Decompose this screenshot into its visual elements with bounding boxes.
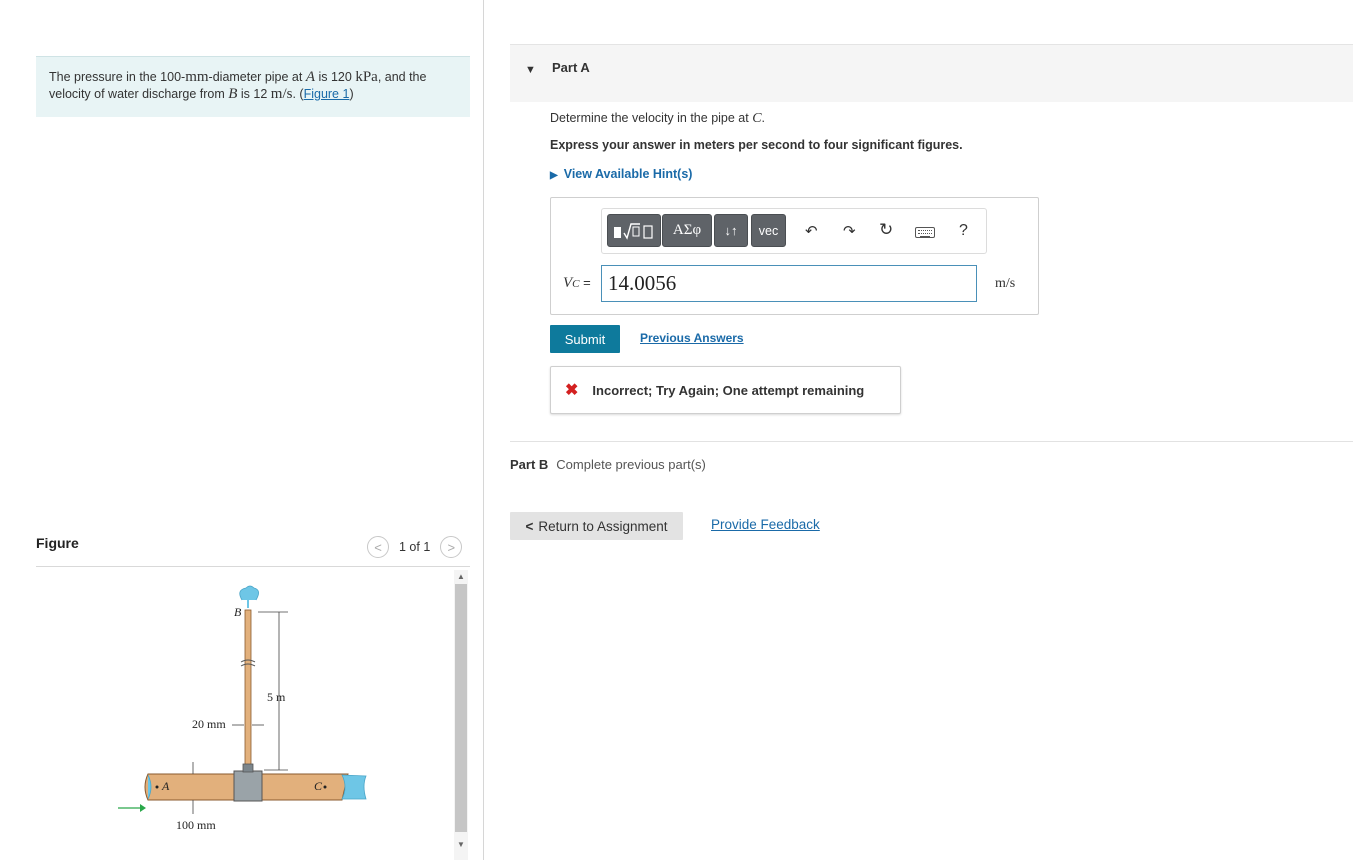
figure-label-height: 5 m: [267, 690, 286, 704]
figure-title: Figure: [36, 535, 79, 551]
figure-label-small-diameter: 20 mm: [192, 717, 226, 731]
scroll-down-icon[interactable]: ▼: [457, 840, 465, 849]
figure-label-c: C: [314, 779, 323, 793]
vector-button[interactable]: vec: [751, 214, 786, 247]
view-hints-link[interactable]: ▶ View Available Hint(s): [550, 167, 692, 181]
redo-icon[interactable]: ↷: [843, 222, 856, 240]
answer-input[interactable]: 14.0056: [601, 265, 977, 302]
figure-label-large-diameter: 100 mm: [176, 818, 216, 832]
subscript-button[interactable]: ↓↑: [714, 214, 748, 247]
feedback-message: Incorrect; Try Again; One attempt remain…: [592, 382, 865, 398]
question-text: Determine the velocity in the pipe at C.: [550, 111, 766, 126]
part-b-header: Part B Complete previous part(s): [510, 457, 706, 472]
reset-icon[interactable]: ↻: [879, 220, 893, 240]
greek-symbols-button[interactable]: ΑΣφ: [662, 214, 712, 247]
figure-divider: [36, 566, 470, 567]
flow-arrow-icon: [118, 804, 146, 812]
provide-feedback-link[interactable]: Provide Feedback: [711, 517, 820, 532]
panel-divider: [483, 0, 484, 860]
previous-answers-link[interactable]: Previous Answers: [640, 331, 744, 345]
water-spray: [239, 585, 259, 608]
answer-unit: m/s: [995, 276, 1016, 291]
figure-scroll-thumb[interactable]: [455, 584, 467, 832]
chevron-left-icon: <: [374, 539, 382, 555]
caret-down-icon[interactable]: ▼: [525, 64, 536, 76]
variable-label: VC =: [563, 275, 591, 291]
figure-label-b: B: [234, 605, 242, 619]
incorrect-x-icon: ✖: [565, 382, 579, 399]
problem-statement: The pressure in the 100-mm-diameter pipe…: [36, 56, 470, 117]
caret-right-icon: ▶: [550, 170, 558, 181]
feedback-box: ✖ Incorrect; Try Again; One attempt rema…: [550, 366, 901, 414]
figure-pager: < 1 of 1 >: [367, 536, 463, 558]
part-b-status: Complete previous part(s): [556, 457, 706, 472]
chevron-right-icon: >: [447, 539, 456, 555]
keyboard-icon[interactable]: [915, 227, 935, 238]
figure-image: B 5 m 20 mm A C 100 mm: [36, 570, 452, 860]
instructions-text: Express your answer in meters per second…: [550, 138, 963, 152]
main-pipe: [144, 763, 367, 802]
submit-button[interactable]: Submit: [550, 325, 620, 353]
undo-icon[interactable]: ↶: [805, 222, 818, 240]
vertical-pipe: [240, 609, 256, 771]
part-b-title: Part B: [510, 457, 549, 472]
templates-button[interactable]: [607, 214, 661, 247]
chevron-left-icon: <: [525, 518, 534, 534]
templates-icon: [614, 222, 653, 240]
scroll-up-icon[interactable]: ▲: [457, 572, 465, 581]
prev-figure-button[interactable]: <: [367, 536, 389, 558]
help-icon[interactable]: ?: [959, 222, 968, 240]
part-a-title: Part A: [552, 60, 590, 75]
part-a-header[interactable]: [510, 44, 1353, 102]
return-to-assignment-button[interactable]: < Return to Assignment: [510, 512, 683, 540]
part-b-divider: [510, 441, 1353, 442]
figure-label-a: A: [161, 779, 170, 793]
figure-link[interactable]: Figure 1: [304, 87, 350, 101]
next-figure-button[interactable]: >: [440, 536, 463, 558]
figure-page-count: 1 of 1: [399, 540, 431, 554]
